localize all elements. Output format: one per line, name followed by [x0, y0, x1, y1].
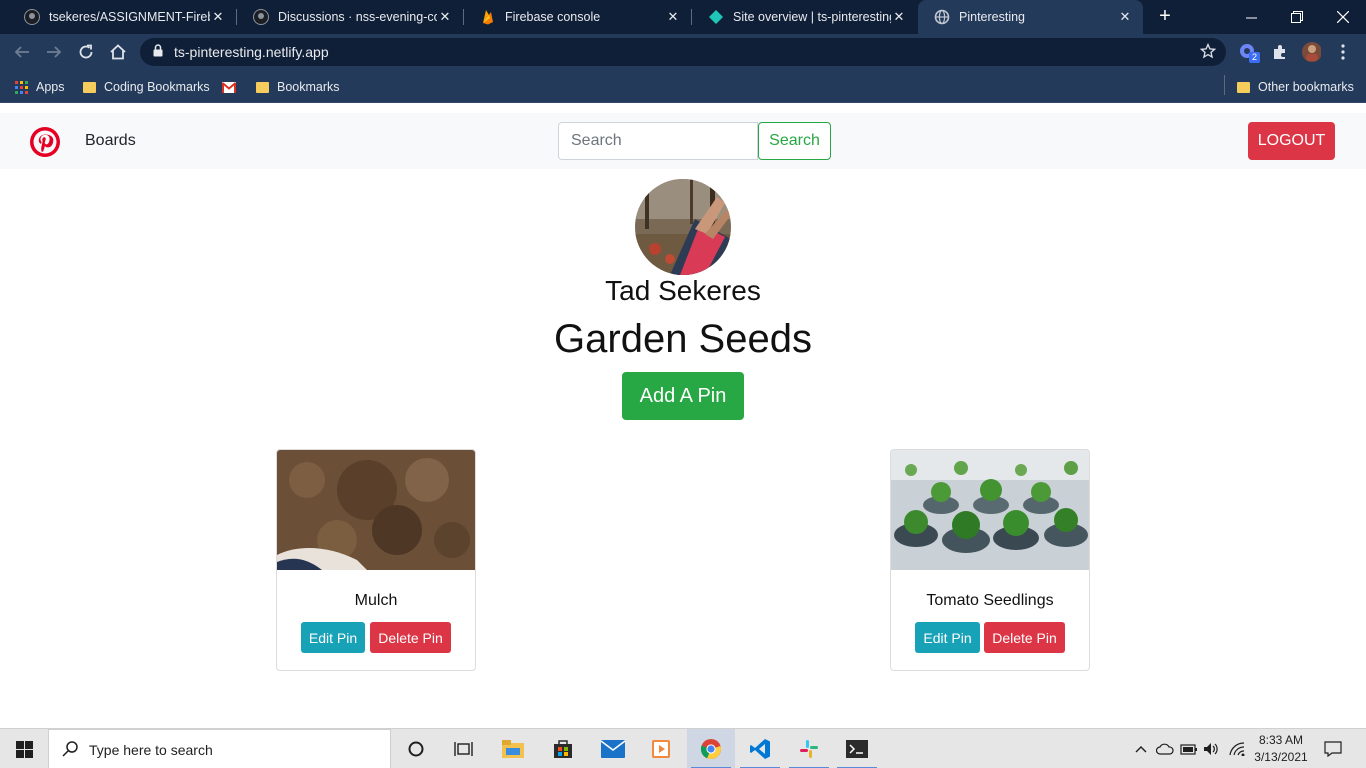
chrome-taskbar-icon[interactable] [687, 729, 735, 768]
edit-pin-button[interactable]: Edit Pin [915, 622, 980, 653]
browser-tab-github-assignment[interactable]: tsekeres/ASSIGNMENT-Firebase ✕ [8, 0, 236, 34]
home-icon[interactable] [107, 41, 129, 63]
close-tab-icon[interactable]: ✕ [210, 9, 226, 25]
gmail-icon [222, 81, 236, 93]
pin-title: Tomato Seedlings [926, 592, 1054, 609]
extension-badge: 2 [1249, 52, 1261, 63]
chevron-up-icon[interactable] [1132, 729, 1150, 768]
firebase-icon [480, 9, 496, 25]
close-tab-icon[interactable]: ✕ [665, 9, 681, 25]
kebab-menu-icon[interactable] [1333, 42, 1353, 62]
bookmark-other-folder[interactable]: Other bookmarks [1237, 77, 1354, 97]
profile-avatar-icon[interactable] [1301, 42, 1321, 62]
close-tab-icon[interactable]: ✕ [891, 9, 907, 25]
page-content: Boards Search LOGOUT Tad Sekeres Garden … [0, 103, 1366, 728]
boards-nav-link[interactable]: Boards [85, 132, 136, 150]
forward-icon[interactable] [43, 41, 65, 63]
search-input[interactable] [558, 122, 758, 160]
cortana-icon[interactable] [392, 729, 440, 768]
tab-title: Firebase console [505, 10, 601, 24]
restore-icon[interactable] [1274, 0, 1320, 34]
user-avatar [635, 179, 731, 275]
edit-pin-button[interactable]: Edit Pin [301, 622, 365, 653]
minimize-icon[interactable] [1228, 0, 1274, 34]
wifi-icon[interactable] [1226, 729, 1248, 768]
volume-icon[interactable] [1201, 729, 1223, 768]
app-navbar: Boards Search LOGOUT [0, 113, 1366, 169]
tab-title: Pinteresting [959, 10, 1026, 24]
file-explorer-icon[interactable] [489, 729, 537, 768]
search-icon [62, 741, 78, 762]
bookmark-coding-folder[interactable]: Coding Bookmarks [83, 77, 210, 97]
search-button[interactable]: Search [758, 122, 831, 160]
github-icon [24, 9, 40, 25]
netlify-icon [708, 9, 724, 25]
clock-date: 3/13/2021 [1254, 750, 1308, 764]
bookmark-apps[interactable]: Apps [15, 77, 65, 97]
logout-button[interactable]: LOGOUT [1248, 122, 1335, 160]
url-text: ts-pinteresting.netlify.app [174, 44, 329, 60]
browser-tab-netlify[interactable]: Site overview | ts-pinteresting ✕ [692, 0, 917, 34]
bookmark-bookmarks-folder[interactable]: Bookmarks [256, 77, 340, 97]
bookmark-label: Other bookmarks [1258, 80, 1354, 94]
pin-card: Tomato Seedlings Edit Pin Delete Pin [890, 449, 1090, 671]
bookmark-star-icon[interactable] [1199, 42, 1217, 64]
browser-tab-firebase[interactable]: Firebase console ✕ [464, 0, 691, 34]
folder-icon [1237, 81, 1250, 93]
vscode-icon[interactable] [736, 729, 784, 768]
address-bar[interactable]: ts-pinteresting.netlify.app [140, 38, 1226, 66]
browser-toolbar: ts-pinteresting.netlify.app 2 [0, 34, 1366, 70]
bookmark-label: Coding Bookmarks [104, 80, 210, 94]
tab-title: Site overview | ts-pinteresting [733, 10, 891, 24]
bookmark-label: Bookmarks [277, 80, 340, 94]
pin-card: Mulch Edit Pin Delete Pin [276, 449, 476, 671]
taskbar-clock[interactable]: 8:33 AM 3/13/2021 [1248, 732, 1314, 766]
bookmarks-bar: Apps Coding Bookmarks Bookmarks Other bo… [0, 70, 1366, 103]
delete-pin-button[interactable]: Delete Pin [984, 622, 1065, 653]
browser-tab-discussions[interactable]: Discussions · nss-evening-coho ✕ [237, 0, 463, 34]
terminal-icon[interactable] [833, 729, 881, 768]
extension-icon[interactable]: 2 [1238, 42, 1261, 63]
mail-icon[interactable] [589, 729, 637, 768]
browser-tab-pinteresting[interactable]: Pinteresting ✕ [918, 0, 1143, 34]
folder-icon [83, 81, 96, 93]
tab-title: tsekeres/ASSIGNMENT-Firebase [49, 10, 210, 24]
bookmark-label: Apps [36, 80, 65, 94]
add-pin-button[interactable]: Add A Pin [622, 372, 744, 420]
pin-title: Mulch [354, 592, 398, 609]
close-tab-icon[interactable]: ✕ [1117, 9, 1133, 25]
windows-taskbar: Type here to search 8:33 AM 3/13/2021 [0, 728, 1366, 768]
github-icon [253, 9, 269, 25]
taskbar-search-placeholder: Type here to search [89, 742, 213, 758]
delete-pin-button[interactable]: Delete Pin [370, 622, 451, 653]
apps-grid-icon [15, 80, 28, 94]
globe-icon [934, 9, 950, 25]
new-tab-icon[interactable]: + [1155, 6, 1175, 26]
media-player-icon[interactable] [637, 729, 685, 768]
browser-tabstrip: tsekeres/ASSIGNMENT-Firebase ✕ Discussio… [0, 0, 1366, 34]
taskbar-search-box[interactable]: Type here to search [48, 729, 391, 768]
folder-icon [256, 81, 269, 93]
back-icon[interactable] [11, 41, 33, 63]
tab-title: Discussions · nss-evening-coho [278, 10, 437, 24]
board-title: Garden Seeds [554, 317, 812, 361]
pin-image-tomato-seedlings [891, 450, 1089, 570]
close-tab-icon[interactable]: ✕ [437, 9, 453, 25]
slack-icon[interactable] [785, 729, 833, 768]
close-window-icon[interactable] [1320, 0, 1366, 34]
extensions-puzzle-icon[interactable] [1270, 42, 1290, 62]
bookmark-gmail[interactable] [222, 77, 244, 97]
reload-icon[interactable] [75, 41, 97, 63]
windows-start-icon[interactable] [0, 729, 48, 768]
lock-icon[interactable] [153, 44, 163, 62]
task-view-icon[interactable] [440, 729, 488, 768]
onedrive-icon[interactable] [1154, 729, 1176, 768]
user-name: Tad Sekeres [605, 275, 761, 306]
battery-icon[interactable] [1178, 729, 1200, 768]
pinterest-logo-icon[interactable] [29, 126, 61, 158]
notifications-icon[interactable] [1320, 729, 1346, 768]
microsoft-store-icon[interactable] [539, 729, 587, 768]
pin-image-mulch [277, 450, 475, 570]
clock-time: 8:33 AM [1258, 733, 1304, 747]
